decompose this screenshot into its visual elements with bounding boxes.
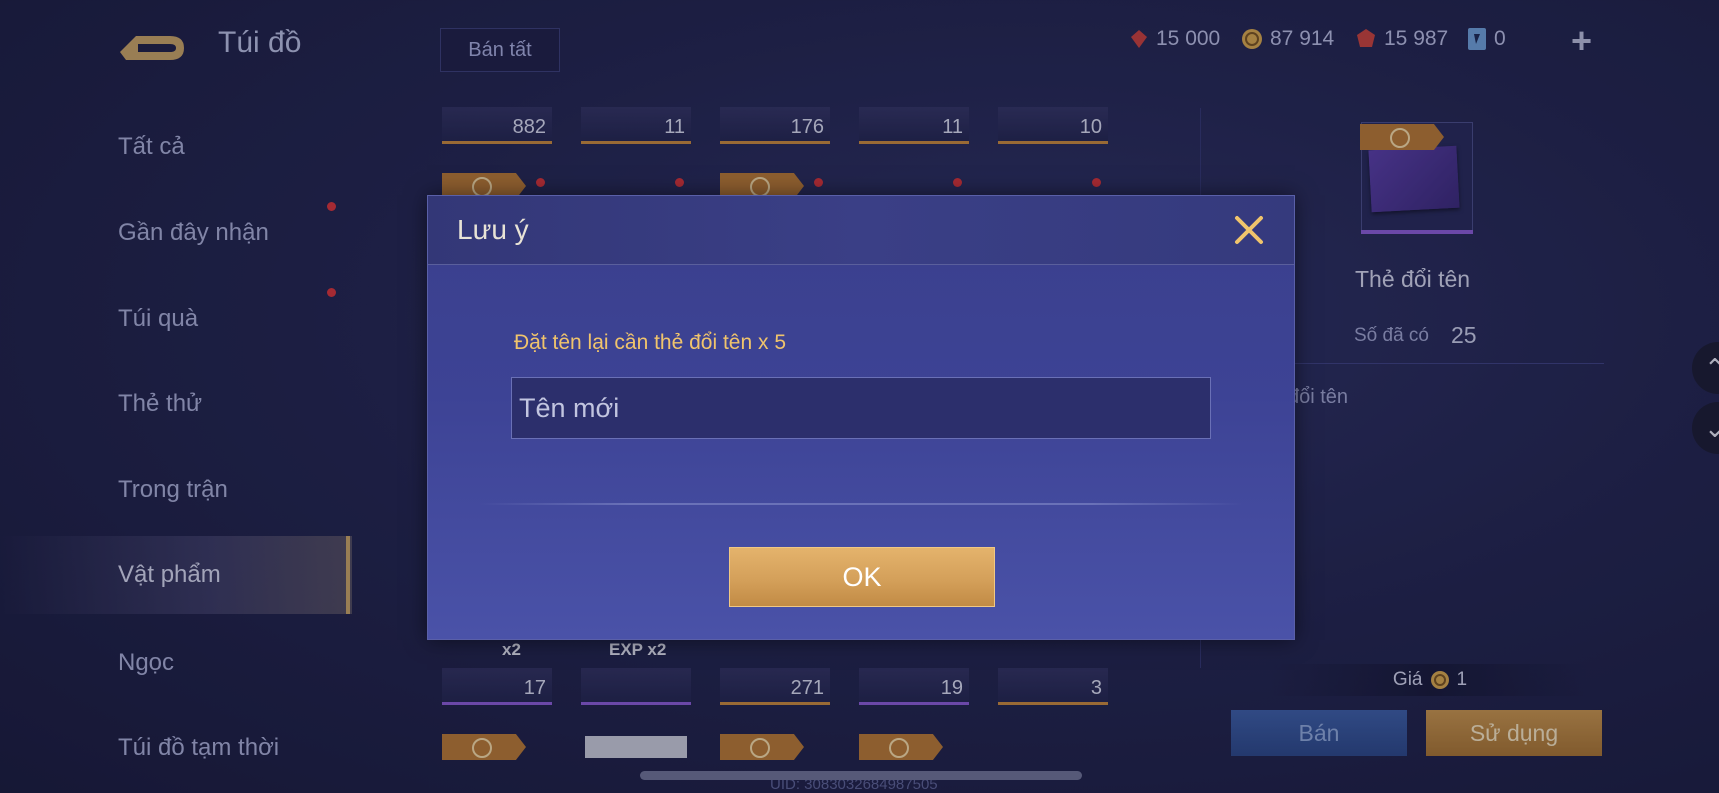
rename-prompt: Đặt tên lại cần thẻ đổi tên x 5 [514,331,787,354]
rename-dialog: Lưu ý Đặt tên lại cần thẻ đổi tên x 5 OK [427,195,1295,640]
dialog-header [428,196,1294,265]
ok-button[interactable]: OK [729,547,995,607]
dialog-title: Lưu ý [457,214,529,245]
close-icon[interactable] [1231,212,1267,248]
new-name-input[interactable] [511,377,1211,439]
dialog-divider [478,503,1244,505]
